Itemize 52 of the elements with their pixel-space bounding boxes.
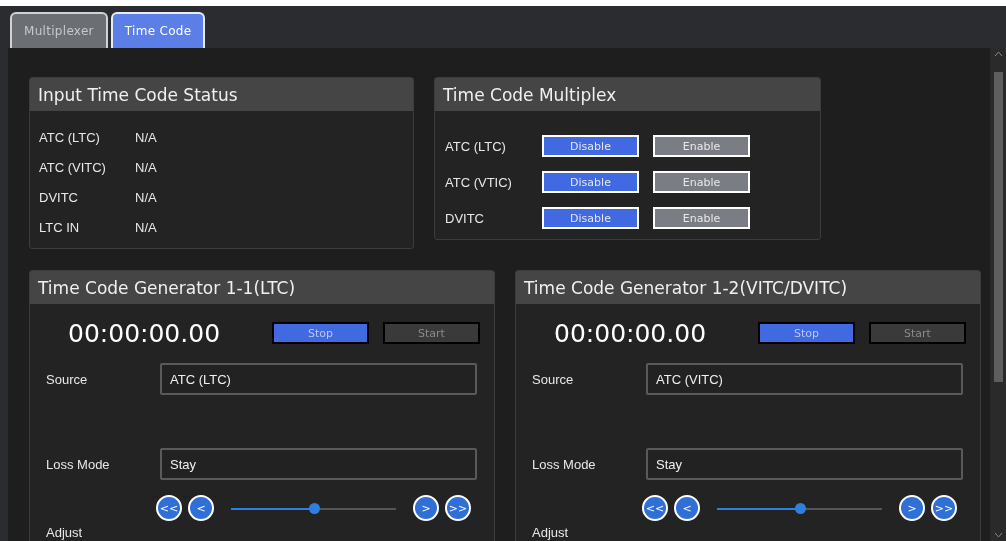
multiplex-label: ATC (VTIC) (445, 174, 513, 190)
status-label: DVITC (39, 189, 79, 205)
field-label: Loss Mode (46, 456, 111, 472)
scrollbar[interactable] (990, 48, 1006, 541)
start-button[interactable]: Start (383, 322, 480, 344)
tab[interactable]: Time Code (110, 12, 206, 48)
multiplex-label: ATC (LTC) (445, 138, 507, 154)
enable-button[interactable]: Enable (653, 207, 750, 229)
start-button[interactable]: Start (869, 322, 966, 344)
step-back-button[interactable]: << (642, 495, 668, 521)
loss-mode-field[interactable]: Stay (646, 448, 963, 480)
multiplex-label: DVITC (445, 210, 485, 226)
step-back-button[interactable]: < (188, 495, 214, 521)
field-label: Adjust (46, 525, 84, 540)
status-value: N/A (135, 189, 157, 205)
enable-button[interactable]: Enable (653, 135, 750, 157)
status-label: ATC (VITC) (39, 159, 107, 175)
field-label: Adjust (532, 525, 570, 540)
step-forward-button[interactable]: > (413, 495, 439, 521)
disable-button[interactable]: Disable (542, 207, 639, 229)
tab[interactable]: Multiplexer (10, 12, 108, 48)
panel-title: Input Time Code Status (30, 78, 413, 111)
source-field[interactable]: ATC (LTC) (160, 363, 477, 395)
loss-mode-field[interactable]: Stay (160, 448, 477, 480)
step-back-button[interactable]: << (156, 495, 182, 521)
status-value: N/A (135, 159, 157, 175)
status-value: N/A (135, 129, 157, 145)
adjust-slider[interactable] (231, 502, 396, 514)
panel-title: Time Code Generator 1-2(VITC/DVITC) (516, 271, 980, 304)
step-forward-button[interactable]: >> (931, 495, 957, 521)
disable-button[interactable]: Disable (542, 171, 639, 193)
adjust-slider[interactable] (717, 502, 882, 514)
time-display: 00:00:00.00 (67, 318, 222, 348)
status-label: LTC IN (39, 219, 81, 235)
panel-title: Time Code Generator 1-1(LTC) (30, 271, 494, 304)
stop-button[interactable]: Stop (758, 322, 855, 344)
field-label: Source (532, 371, 575, 387)
scroll-down-icon[interactable] (993, 532, 1003, 538)
panel-title: Time Code Multiplex (435, 78, 820, 111)
status-value: N/A (135, 219, 157, 235)
step-forward-button[interactable]: >> (445, 495, 471, 521)
stop-button[interactable]: Stop (272, 322, 369, 344)
status-label: ATC (LTC) (39, 129, 101, 145)
step-forward-button[interactable]: > (899, 495, 925, 521)
source-field[interactable]: ATC (VITC) (646, 363, 963, 395)
disable-button[interactable]: Disable (542, 135, 639, 157)
step-back-button[interactable]: < (674, 495, 700, 521)
time-display: 00:00:00.00 (553, 318, 708, 348)
scroll-up-icon[interactable] (993, 51, 1003, 57)
field-label: Loss Mode (532, 456, 597, 472)
enable-button[interactable]: Enable (653, 171, 750, 193)
field-label: Source (46, 371, 89, 387)
